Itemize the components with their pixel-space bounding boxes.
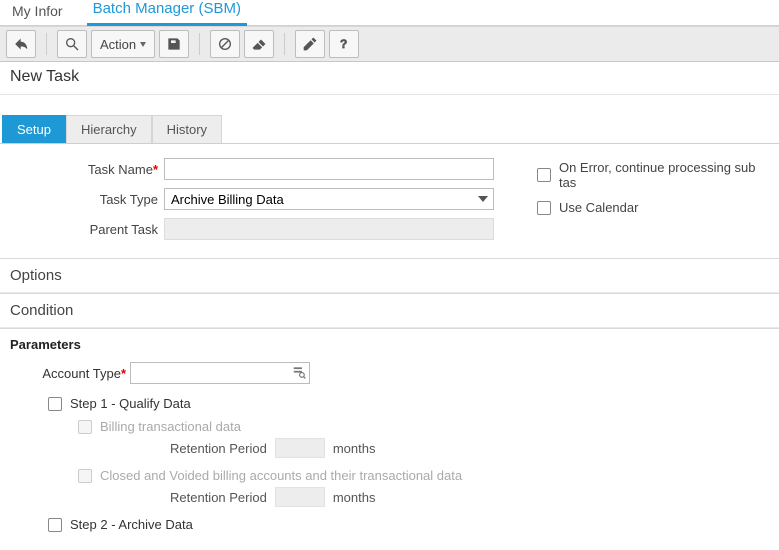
months-label-2: months xyxy=(333,490,376,505)
top-tabs: My Infor Batch Manager (SBM) xyxy=(0,0,779,26)
billing-trans-label: Billing transactional data xyxy=(100,419,241,434)
search-icon xyxy=(64,36,80,52)
parent-task-label: Parent Task xyxy=(4,222,164,237)
sub-tabs: Setup Hierarchy History xyxy=(0,115,779,144)
erase-button[interactable] xyxy=(244,30,274,58)
task-name-label: Task Name* xyxy=(4,162,164,177)
help-button[interactable]: ? xyxy=(329,30,359,58)
on-error-label: On Error, continue processing sub tas xyxy=(559,160,775,190)
cancel-icon xyxy=(217,36,233,52)
chevron-down-icon xyxy=(140,42,146,47)
on-error-checkbox[interactable] xyxy=(537,168,551,182)
lookup-icon[interactable] xyxy=(292,365,306,379)
task-type-select[interactable] xyxy=(164,188,494,210)
options-section-header[interactable]: Options xyxy=(0,258,779,293)
closed-voided-checkbox xyxy=(78,469,92,483)
chevron-down-icon xyxy=(478,196,488,202)
task-type-value[interactable] xyxy=(164,188,494,210)
retention-input-2 xyxy=(275,487,325,507)
billing-trans-checkbox xyxy=(78,420,92,434)
tab-history[interactable]: History xyxy=(152,115,222,143)
closed-voided-label: Closed and Voided billing accounts and t… xyxy=(100,468,462,483)
help-icon: ? xyxy=(336,36,352,52)
task-name-input[interactable] xyxy=(164,158,494,180)
tab-batch-manager[interactable]: Batch Manager (SBM) xyxy=(87,0,247,26)
parameters-section-header: Parameters xyxy=(0,328,779,362)
search-button[interactable] xyxy=(57,30,87,58)
page-title: New Task xyxy=(0,62,779,95)
account-type-label: Account Type* xyxy=(10,366,130,381)
setup-form: Task Name* Task Type Parent Task On Erro… xyxy=(0,144,779,258)
toolbar-sep-3 xyxy=(284,33,285,55)
tab-setup[interactable]: Setup xyxy=(2,115,66,143)
step2-label: Step 2 - Archive Data xyxy=(70,517,193,532)
step1-checkbox[interactable] xyxy=(48,397,62,411)
edit-button[interactable] xyxy=(295,30,325,58)
use-calendar-checkbox[interactable] xyxy=(537,201,551,215)
back-button[interactable] xyxy=(6,30,36,58)
back-arrow-icon xyxy=(13,36,29,52)
tab-my-infor[interactable]: My Infor xyxy=(6,0,69,25)
toolbar: Action ? xyxy=(0,26,779,62)
task-type-label: Task Type xyxy=(4,192,164,207)
parameters-body: Account Type* Step 1 - Qualify Data Bill… xyxy=(0,362,779,550)
erase-icon xyxy=(251,36,267,52)
svg-text:?: ? xyxy=(340,37,347,51)
retention-input-1 xyxy=(275,438,325,458)
toolbar-sep-2 xyxy=(199,33,200,55)
action-menu-button[interactable]: Action xyxy=(91,30,155,58)
step2-checkbox[interactable] xyxy=(48,518,62,532)
toolbar-sep xyxy=(46,33,47,55)
account-type-input[interactable] xyxy=(130,362,310,384)
tab-hierarchy[interactable]: Hierarchy xyxy=(66,115,152,143)
months-label-1: months xyxy=(333,441,376,456)
cancel-button[interactable] xyxy=(210,30,240,58)
condition-section-header[interactable]: Condition xyxy=(0,293,779,328)
save-button[interactable] xyxy=(159,30,189,58)
save-icon xyxy=(166,36,182,52)
use-calendar-label: Use Calendar xyxy=(559,200,639,215)
pencil-icon xyxy=(302,36,318,52)
retention-label-2: Retention Period xyxy=(170,490,267,505)
action-label: Action xyxy=(100,37,136,52)
parent-task-field xyxy=(164,218,494,240)
step1-label: Step 1 - Qualify Data xyxy=(70,396,191,411)
retention-label-1: Retention Period xyxy=(170,441,267,456)
